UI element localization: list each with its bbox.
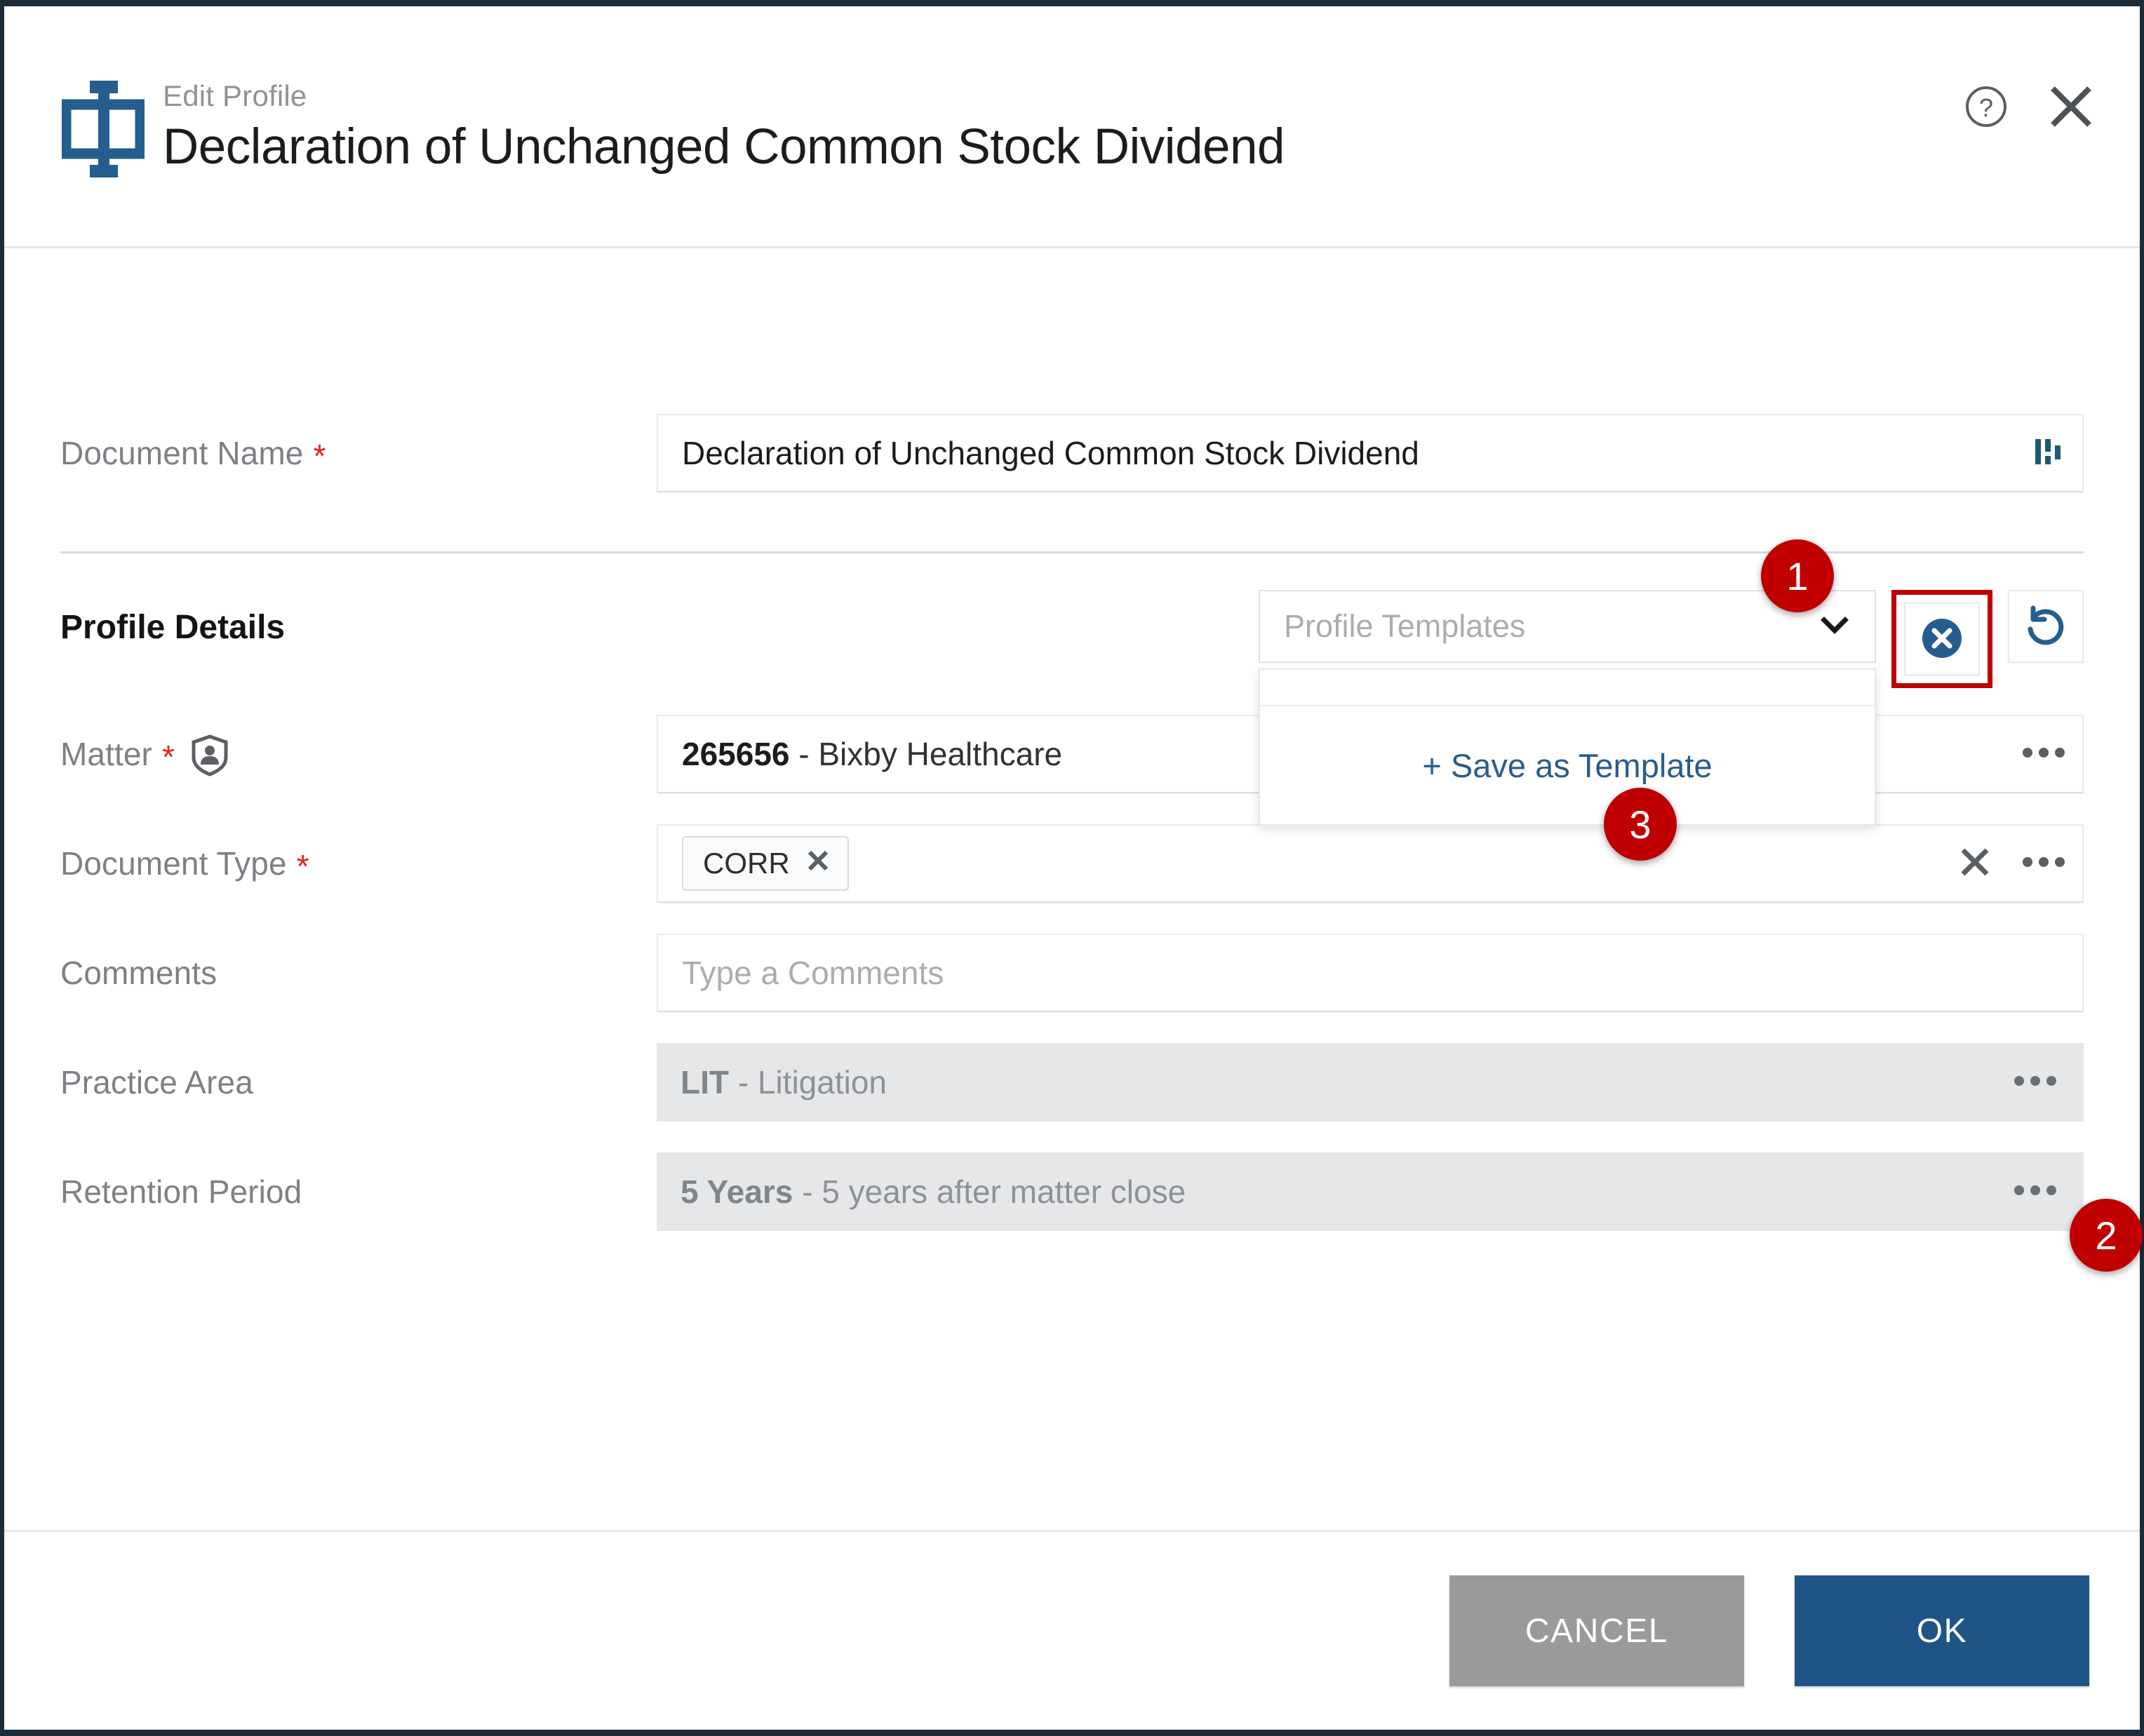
matter-value-rest: - Bixby Healthcare bbox=[789, 736, 1063, 772]
clear-template-highlight-frame bbox=[1891, 590, 1992, 688]
annotation-badge-2: 2 bbox=[2070, 1199, 2143, 1272]
required-indicator: * bbox=[296, 848, 309, 884]
document-name-label-group: Document Name * bbox=[60, 434, 657, 472]
chip-remove-icon[interactable] bbox=[805, 847, 831, 880]
profile-details-heading: Profile Details bbox=[60, 609, 286, 646]
more-options-icon[interactable] bbox=[2012, 1072, 2058, 1094]
bar-chart-icon[interactable] bbox=[2030, 433, 2067, 473]
matter-label: Matter bbox=[60, 736, 152, 772]
document-beam-logo-icon bbox=[60, 76, 146, 182]
field-row-comments: Comments Type a Comments bbox=[60, 934, 2084, 1012]
template-controls: Profile Templates + Save as Template bbox=[657, 590, 2084, 826]
practice-area-value: LIT - Litigation bbox=[681, 1063, 2012, 1101]
retention-period-label: Retention Period bbox=[60, 1173, 302, 1210]
chevron-down-icon bbox=[1816, 606, 1854, 647]
field-row-retention-period: Retention Period 5 Years - 5 years after… bbox=[60, 1152, 2084, 1231]
clear-icon[interactable] bbox=[1956, 843, 1994, 884]
practice-area-control: LIT - Litigation bbox=[657, 1043, 2084, 1122]
comments-control: Type a Comments bbox=[657, 934, 2084, 1012]
retention-period-value-code: 5 Years bbox=[681, 1173, 793, 1210]
document-name-value: Declaration of Unchanged Common Stock Di… bbox=[682, 435, 1419, 471]
document-type-chip: CORR bbox=[682, 836, 849, 891]
edit-profile-dialog: Edit Profile Declaration of Unchanged Co… bbox=[0, 0, 2144, 1736]
field-row-practice-area: Practice Area LIT - Litigation bbox=[60, 1043, 2084, 1122]
save-as-template-menu-item[interactable]: + Save as Template bbox=[1260, 706, 1875, 824]
header-action-group: ? bbox=[1964, 83, 2102, 130]
required-indicator: * bbox=[313, 438, 326, 474]
comments-input[interactable]: Type a Comments bbox=[682, 954, 2067, 992]
retention-period-value: 5 Years - 5 years after matter close bbox=[681, 1173, 2012, 1211]
dialog-footer: CANCEL OK bbox=[4, 1530, 2140, 1730]
reset-template-button[interactable] bbox=[2008, 590, 2084, 663]
more-options-icon[interactable] bbox=[2021, 853, 2067, 875]
reset-template-wrap bbox=[2008, 590, 2084, 663]
svg-text:?: ? bbox=[1979, 93, 1993, 122]
profile-templates-menu: + Save as Template bbox=[1259, 668, 1876, 826]
chip-label: CORR bbox=[703, 847, 790, 880]
matter-value-code: 265656 bbox=[682, 736, 790, 772]
field-row-document-name: Document Name * Declaration of Unchanged… bbox=[60, 414, 2084, 492]
document-name-input[interactable]: Declaration of Unchanged Common Stock Di… bbox=[657, 414, 2084, 492]
retention-period-label-group: Retention Period bbox=[60, 1173, 657, 1211]
dialog-eyebrow-label: Edit Profile bbox=[163, 79, 307, 112]
field-row-document-type: Document Type * CORR bbox=[60, 824, 2084, 903]
dialog-header: Edit Profile Declaration of Unchanged Co… bbox=[4, 6, 2140, 248]
document-type-input[interactable]: CORR bbox=[657, 824, 2084, 903]
matter-trailing bbox=[2009, 743, 2067, 765]
retention-period-readonly-field: 5 Years - 5 years after matter close bbox=[657, 1152, 2084, 1231]
document-type-label: Document Type bbox=[60, 845, 287, 882]
retention-period-control: 5 Years - 5 years after matter close bbox=[657, 1152, 2084, 1231]
practice-area-label-group: Practice Area bbox=[60, 1063, 657, 1101]
clear-template-button[interactable] bbox=[1904, 603, 1980, 675]
document-name-label: Document Name bbox=[60, 435, 304, 471]
annotation-badge-3: 3 bbox=[1604, 788, 1677, 861]
more-options-icon[interactable] bbox=[2012, 1181, 2058, 1203]
document-name-trailing bbox=[2019, 433, 2067, 473]
comments-label-group: Comments bbox=[60, 954, 657, 992]
required-indicator: * bbox=[161, 739, 175, 775]
dialog-body: Document Name * Declaration of Unchanged… bbox=[4, 248, 2140, 1530]
practice-area-readonly-field: LIT - Litigation bbox=[657, 1043, 2084, 1122]
annotation-badge-1: 1 bbox=[1761, 539, 1834, 612]
matter-label-group: Matter * bbox=[60, 733, 657, 776]
close-icon[interactable] bbox=[2047, 83, 2095, 130]
comments-label: Comments bbox=[60, 955, 217, 991]
menu-empty-slot bbox=[1260, 670, 1875, 706]
document-type-trailing bbox=[1945, 843, 2067, 884]
comments-input-wrap[interactable]: Type a Comments bbox=[657, 934, 2084, 1012]
document-type-label-group: Document Type * bbox=[60, 845, 657, 882]
page-title: Declaration of Unchanged Common Stock Di… bbox=[163, 119, 1285, 175]
ok-button[interactable]: OK bbox=[1795, 1575, 2089, 1686]
clear-circle-icon bbox=[1919, 615, 1965, 664]
document-name-control: Declaration of Unchanged Common Stock Di… bbox=[657, 414, 2084, 492]
practice-area-label: Practice Area bbox=[60, 1064, 253, 1101]
header-title-group: Edit Profile Declaration of Unchanged Co… bbox=[163, 79, 1964, 177]
profile-templates-placeholder: Profile Templates bbox=[1284, 608, 1526, 644]
cancel-button[interactable]: CANCEL bbox=[1449, 1575, 1744, 1686]
practice-area-value-rest: - Litigation bbox=[728, 1064, 887, 1101]
retention-period-value-rest: - 5 years after matter close bbox=[793, 1173, 1186, 1210]
shield-person-icon bbox=[190, 734, 229, 776]
practice-area-value-code: LIT bbox=[681, 1064, 729, 1101]
document-type-control: CORR bbox=[657, 824, 2084, 903]
document-type-chips: CORR bbox=[682, 836, 1945, 891]
reset-undo-icon bbox=[2023, 603, 2069, 651]
help-circle-icon[interactable]: ? bbox=[1964, 85, 2008, 128]
more-options-icon[interactable] bbox=[2021, 743, 2067, 765]
